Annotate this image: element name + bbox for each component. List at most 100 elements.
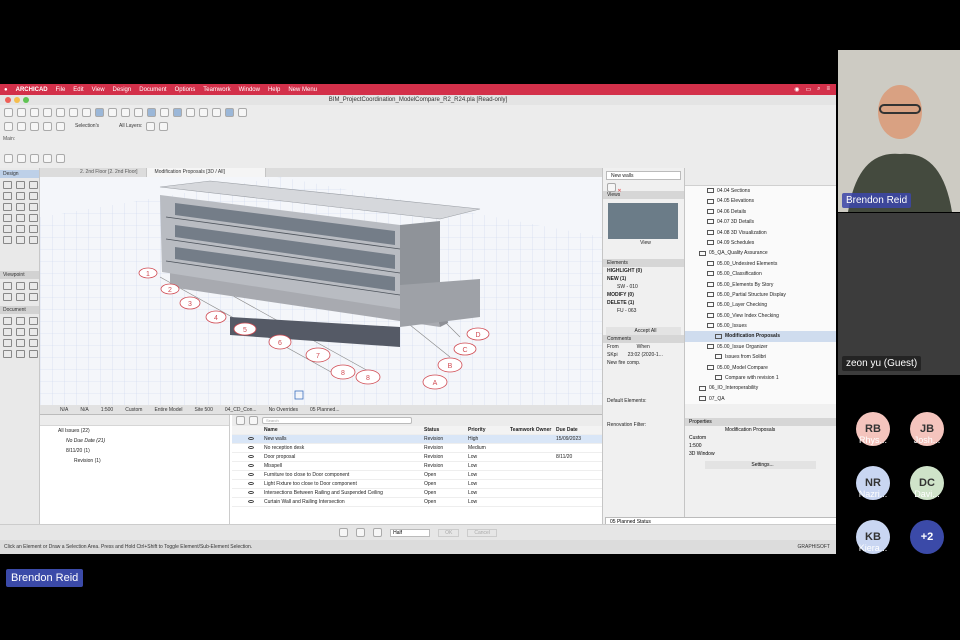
lamp-tool-icon[interactable] [16, 225, 25, 233]
view-thumbnail[interactable] [608, 203, 678, 239]
menu-edit[interactable]: Edit [73, 87, 83, 93]
navigator-item[interactable]: 05.00_Issues [685, 321, 836, 331]
eye-icon[interactable] [248, 491, 254, 494]
status-na-2[interactable]: N/A [80, 407, 88, 413]
eye-icon[interactable] [248, 437, 254, 440]
eye-icon[interactable] [248, 455, 254, 458]
minimize-icon[interactable] [14, 97, 20, 103]
undo-icon[interactable] [4, 107, 13, 117]
stair-tool-icon[interactable] [3, 203, 12, 211]
eye-icon[interactable] [248, 464, 254, 467]
ok-button[interactable]: OK [438, 528, 460, 537]
model-view-options-dropdown[interactable]: 04_CD_Con... [225, 407, 257, 413]
shell-tool-icon[interactable] [29, 192, 38, 200]
arrow-tool-icon[interactable] [4, 153, 13, 163]
tree-revision[interactable]: Revision (1) [40, 456, 229, 466]
comments-header[interactable]: Comments [603, 335, 684, 343]
eyedropper-icon[interactable] [30, 153, 39, 163]
table-row[interactable]: Misspell Revision Low [232, 462, 602, 471]
navigator-item[interactable]: 04.05 Elevations [685, 196, 836, 206]
header-priority[interactable]: Priority [466, 426, 508, 434]
select-arrow-icon[interactable] [95, 107, 104, 117]
settings-button[interactable]: Settings... [705, 461, 816, 469]
close-icon[interactable] [5, 97, 11, 103]
hotspot-tool-icon[interactable] [16, 350, 25, 358]
tree-no-due-date[interactable]: No Due Date (21) [40, 436, 229, 446]
menu-design[interactable]: Design [113, 87, 132, 93]
navigator-item[interactable]: 05.00_Partial Structure Display [685, 290, 836, 300]
guide-icon[interactable] [134, 107, 143, 117]
section-tool-icon[interactable] [3, 282, 12, 290]
pointer-icon[interactable] [30, 107, 39, 117]
table-row[interactable]: No reception desk Revision Medium [232, 444, 602, 453]
menu-help[interactable]: Help [268, 87, 280, 93]
apple-icon[interactable]: ● [4, 87, 8, 93]
navigator-item[interactable]: 06_IO_Interoperability [685, 383, 836, 393]
layout-icon[interactable] [4, 121, 13, 131]
element-sw[interactable]: SW - 010 [603, 283, 684, 291]
menu-window[interactable]: Window [239, 87, 260, 93]
layer-combo-icon[interactable] [146, 121, 156, 131]
elements-highlight[interactable]: HIGHLIGHT (0) [603, 267, 684, 275]
zoom-icon[interactable] [199, 107, 208, 117]
pen-icon[interactable] [43, 107, 52, 117]
delete-issue-icon[interactable] [249, 416, 258, 425]
railing-tool-icon[interactable] [16, 203, 25, 211]
cutting-plane-icon[interactable] [339, 528, 349, 537]
navigator-item[interactable]: 05.00_Layer Checking [685, 300, 836, 310]
level-dimension-tool-icon[interactable] [16, 317, 25, 325]
table-row[interactable]: Door proposal Revision Low 8/11/20 [232, 453, 602, 462]
layer-combination-dropdown[interactable]: Custom [125, 407, 142, 413]
navigator-item[interactable]: 04.04 Sections [685, 186, 836, 196]
worksheet-tool-icon[interactable] [3, 293, 12, 301]
pointer-mode-icon[interactable] [56, 153, 65, 163]
elements-modify[interactable]: MODIFY (0) [603, 291, 684, 299]
eye-icon[interactable] [248, 446, 254, 449]
table-row[interactable]: Light Fixture too close to Door componen… [232, 480, 602, 489]
elements-new[interactable]: NEW (1) [603, 275, 684, 283]
properties-header[interactable]: Properties [685, 418, 836, 426]
elements-delete[interactable]: DELETE (1) [603, 299, 684, 307]
add-issue-icon[interactable] [236, 416, 245, 425]
drawing-tool-icon[interactable] [29, 339, 38, 347]
navigator-item[interactable]: 04.06 Details [685, 207, 836, 217]
hand-icon[interactable] [238, 107, 247, 117]
renovation-icon[interactable] [173, 107, 182, 117]
navigator-item[interactable]: 07_QA [685, 394, 836, 404]
navigator-item[interactable]: 04.08 3D Visualization [685, 228, 836, 238]
elements-header[interactable]: Elements [603, 259, 684, 267]
cancel-button[interactable]: Cancel [467, 528, 497, 537]
interior-elevation-tool-icon[interactable] [29, 282, 38, 290]
navigator-item[interactable]: Issues from Solibri [685, 352, 836, 362]
navigator-item[interactable]: 05.00_Undesired Elements [685, 259, 836, 269]
align-icon[interactable] [30, 121, 39, 131]
renovation-dropdown[interactable]: 05 Planned... [310, 407, 339, 413]
element-fu[interactable]: FU - 063 [603, 307, 684, 315]
issue-title-field[interactable]: New walls [606, 171, 681, 180]
more-participants-button[interactable]: +2 [910, 520, 944, 554]
navigator-item[interactable]: 05.00_Model Compare [685, 363, 836, 373]
text-tool-icon[interactable] [29, 317, 38, 325]
window-tool-icon[interactable] [16, 214, 25, 222]
menu-view[interactable]: View [92, 87, 105, 93]
eye-icon[interactable] [248, 500, 254, 503]
toolbox-viewpoint-header[interactable]: Viewpoint [0, 271, 39, 279]
snap-icon[interactable] [121, 107, 130, 117]
menu-teamwork[interactable]: Teamwork [203, 87, 230, 93]
marquee-tool-icon[interactable] [17, 153, 26, 163]
slab-tool-icon[interactable] [3, 192, 12, 200]
morph-tool-icon[interactable] [16, 236, 25, 244]
redo-icon[interactable] [17, 107, 26, 117]
measure-icon[interactable] [356, 528, 366, 537]
elevation-tool-icon[interactable] [16, 282, 25, 290]
navigator-item[interactable]: 05.00_View Index Checking [685, 311, 836, 321]
skylight-tool-icon[interactable] [29, 214, 38, 222]
navigator-item[interactable]: 05.00_Issue Organizer [685, 342, 836, 352]
spline-tool-icon[interactable] [3, 350, 12, 358]
eye-icon[interactable] [248, 473, 254, 476]
views-header[interactable]: Views [603, 191, 684, 199]
menu-options[interactable]: Options [175, 87, 196, 93]
header-due-date[interactable]: Due Date [554, 426, 598, 434]
column-tool-icon[interactable] [16, 181, 25, 189]
scale-dropdown[interactable]: 1:500 [101, 407, 114, 413]
